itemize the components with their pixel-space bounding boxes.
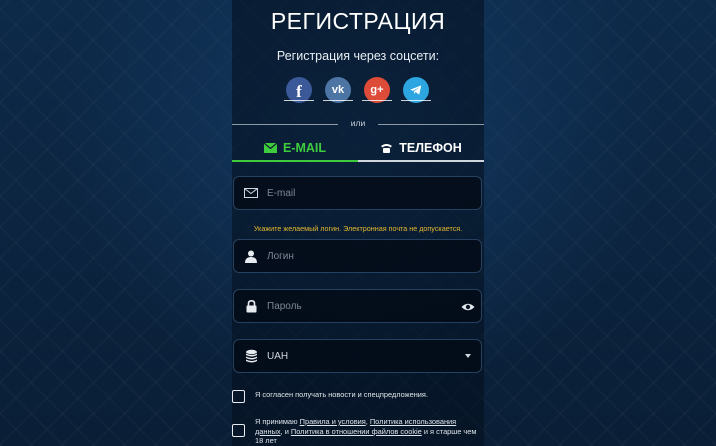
login-input[interactable] (267, 250, 481, 262)
google-plus-button[interactable]: g+ (362, 77, 392, 103)
vk-icon: vk (331, 84, 345, 96)
page-title: РЕГИСТРАЦИЯ (270, 8, 446, 34)
currency-value: UAH (267, 350, 289, 362)
terms-link[interactable]: Правила и условия (300, 417, 366, 426)
terms-prefix: Я принимаю (255, 417, 300, 426)
eye-icon[interactable] (461, 300, 475, 314)
tab-email-label: E-MAIL (282, 141, 327, 155)
or-divider-label: или (350, 118, 366, 128)
login-hint: Укажите желаемый логин. Электронная почт… (253, 224, 463, 233)
password-input[interactable] (267, 300, 481, 312)
coins-icon (243, 348, 259, 364)
terms-sep2: , и (280, 426, 291, 436)
login-field[interactable] (233, 239, 482, 273)
google-plus-icon: g+ (370, 84, 384, 96)
lock-icon (243, 298, 259, 314)
tab-email[interactable]: E-MAIL (232, 136, 358, 162)
user-icon (243, 248, 259, 264)
tab-phone-label: ТЕЛЕФОН (399, 141, 462, 155)
currency-select[interactable]: UAH (233, 339, 482, 373)
social-login-title: Регистрация через соцсети: (276, 49, 440, 63)
chevron-down-icon (465, 354, 471, 358)
phone-icon (381, 143, 393, 153)
email-field[interactable] (233, 176, 482, 210)
envelope-icon (263, 143, 277, 153)
vkontakte-button[interactable]: vk (323, 77, 353, 103)
cookie-policy-link[interactable]: Политика в отношении файлов cookie (291, 427, 422, 436)
divider-left (232, 124, 338, 125)
divider-right (378, 124, 484, 125)
news-consent-label: Я согласен получать новости и спецпредло… (255, 390, 428, 399)
telegram-icon (410, 85, 422, 95)
facebook-button[interactable]: f (284, 77, 314, 103)
registration-panel (232, 0, 484, 446)
envelope-icon (243, 185, 259, 201)
password-field[interactable] (233, 289, 482, 323)
telegram-button[interactable] (401, 77, 431, 103)
email-input[interactable] (267, 187, 481, 199)
terms-consent-checkbox[interactable] (232, 424, 245, 437)
tab-phone[interactable]: ТЕЛЕФОН (358, 136, 484, 162)
terms-consent-label: Я принимаю Правила и условия, Политика и… (255, 417, 483, 446)
news-consent-checkbox[interactable] (232, 390, 245, 403)
facebook-icon: f (296, 81, 302, 101)
